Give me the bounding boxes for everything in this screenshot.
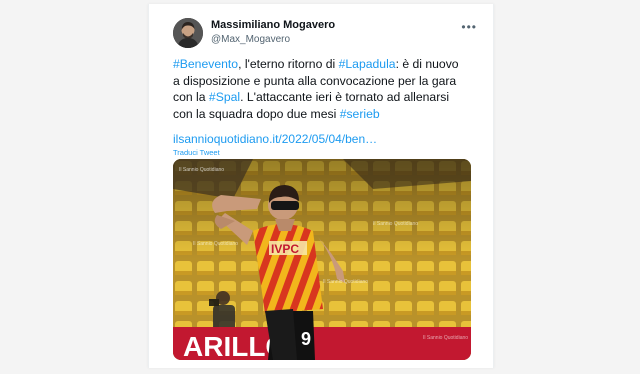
football-player-photo: ARILLO IVPC 9 Il Sannio Quotidiano Il Sa… xyxy=(173,159,471,360)
avatar-image xyxy=(173,18,203,48)
text-segment: : è di nuovo xyxy=(395,57,459,71)
tweet-photo[interactable]: ARILLO IVPC 9 Il Sannio Quotidiano Il Sa… xyxy=(173,159,471,360)
author-handle[interactable]: @Max_Mogavero xyxy=(211,34,290,45)
photo-watermark-3: Il Sannio Quotidiano xyxy=(193,241,238,247)
more-icon[interactable]: ••• xyxy=(461,20,477,34)
text-segment: con la xyxy=(173,90,209,104)
avatar[interactable] xyxy=(173,18,203,48)
hashtag-lapadula[interactable]: #Lapadula xyxy=(339,57,396,71)
photo-watermark-4: Il Sannio Quotidiano xyxy=(323,279,368,285)
article-link[interactable]: ilsannioquotidiano.it/2022/05/04/ben… xyxy=(173,132,377,146)
hashtag-benevento[interactable]: #Benevento xyxy=(173,57,238,71)
tweet-text: #Benevento, l'eterno ritorno di #Lapadul… xyxy=(173,56,473,122)
text-segment: con la squadra dopo due mesi xyxy=(173,106,340,121)
tweet-header: Massimiliano Mogavero @Max_Mogavero ••• xyxy=(173,18,481,52)
text-segment: , l'eterno ritorno di xyxy=(238,57,339,71)
tweet-card[interactable]: Massimiliano Mogavero @Max_Mogavero ••• … xyxy=(148,4,494,368)
hashtag-spal[interactable]: #Spal xyxy=(209,90,240,104)
photo-watermark-5: Il Sannio Quotidiano xyxy=(423,335,468,341)
photo-watermark: Il Sannio Quotidiano xyxy=(179,167,224,173)
page-frame: Massimiliano Mogavero @Max_Mogavero ••• … xyxy=(0,0,640,374)
hashtag-serieb[interactable]: #serieb xyxy=(340,107,380,121)
jersey-number-text: 9 xyxy=(301,329,311,349)
text-segment: . L'attaccante ieri è tornato ad allenar… xyxy=(240,90,450,104)
text-segment: a disposizione e punta alla convocazione… xyxy=(173,73,457,88)
jersey-sponsor-text: IVPC xyxy=(271,242,299,256)
translate-tweet-link[interactable]: Traduci Tweet xyxy=(173,148,220,157)
author-name[interactable]: Massimiliano Mogavero xyxy=(211,19,335,31)
photo-watermark-2: Il Sannio Quotidiano xyxy=(373,221,418,227)
